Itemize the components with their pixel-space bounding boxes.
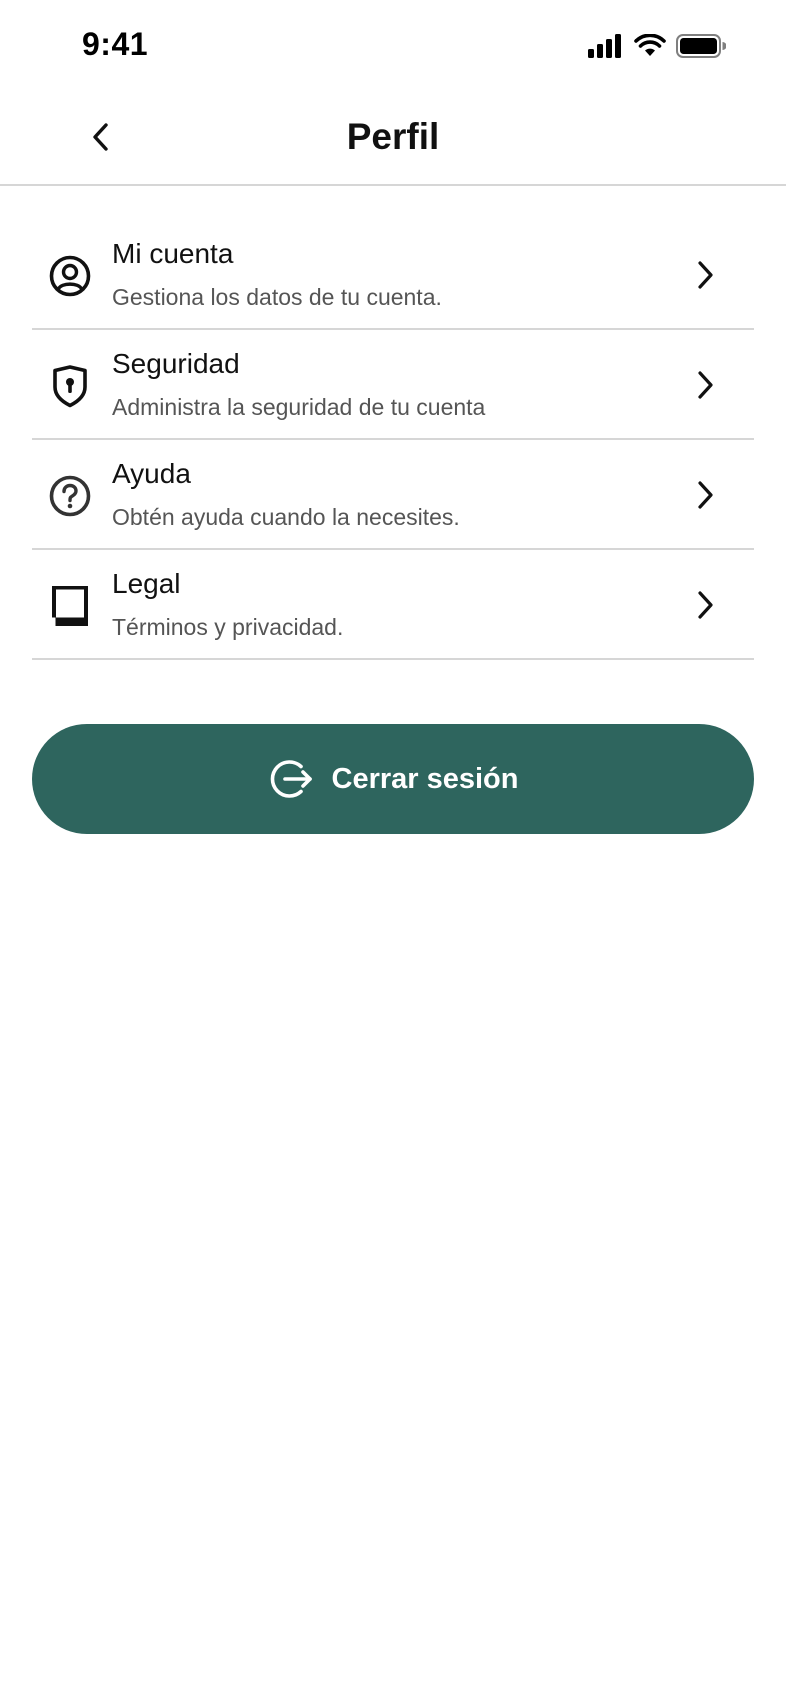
user-circle-icon xyxy=(48,254,92,298)
menu-item-title: Legal xyxy=(112,568,181,599)
help-circle-icon xyxy=(48,474,92,518)
menu-item-ayuda[interactable]: Ayuda Obtén ayuda cuando la necesites. xyxy=(32,440,754,550)
logout-label: Cerrar sesión xyxy=(331,762,519,795)
menu-item-text: Seguridad Administra la seguridad de tu … xyxy=(112,348,485,422)
menu-item-title: Mi cuenta xyxy=(112,238,234,269)
menu-item-title: Ayuda xyxy=(112,458,191,489)
menu-item-text: Legal Términos y privacidad. xyxy=(112,568,343,642)
chevron-right-icon xyxy=(690,368,720,402)
logout-icon xyxy=(270,760,312,798)
menu-item-subtitle: Administra la seguridad de tu cuenta xyxy=(112,394,486,420)
status-bar: 9:41 xyxy=(0,0,786,92)
wifi-icon xyxy=(634,34,666,56)
chevron-right-icon xyxy=(690,588,720,622)
battery-icon xyxy=(676,34,726,58)
menu-item-text: Mi cuenta Gestiona los datos de tu cuent… xyxy=(112,238,442,312)
menu-item-legal[interactable]: Legal Términos y privacidad. xyxy=(32,550,754,660)
menu-item-subtitle: Términos y privacidad. xyxy=(112,614,344,640)
menu-item-text: Ayuda Obtén ayuda cuando la necesites. xyxy=(112,458,460,532)
menu-item-title: Seguridad xyxy=(112,348,240,379)
logout-button[interactable]: Cerrar sesión xyxy=(32,724,754,834)
menu-item-seguridad[interactable]: Seguridad Administra la seguridad de tu … xyxy=(32,330,754,440)
status-time: 9:41 xyxy=(82,26,149,62)
chevron-right-icon xyxy=(690,478,720,512)
status-icons xyxy=(588,32,726,60)
menu-item-subtitle: Obtén ayuda cuando la necesites. xyxy=(112,504,460,530)
shield-icon xyxy=(48,364,92,408)
header: Perfil xyxy=(0,92,786,186)
profile-menu: Mi cuenta Gestiona los datos de tu cuent… xyxy=(32,220,754,660)
menu-item-subtitle: Gestiona los datos de tu cuenta. xyxy=(112,284,442,310)
menu-item-mi-cuenta[interactable]: Mi cuenta Gestiona los datos de tu cuent… xyxy=(32,220,754,330)
chevron-right-icon xyxy=(690,258,720,292)
signal-icon xyxy=(588,34,621,58)
page-title: Perfil xyxy=(346,116,440,157)
document-icon xyxy=(48,584,92,628)
